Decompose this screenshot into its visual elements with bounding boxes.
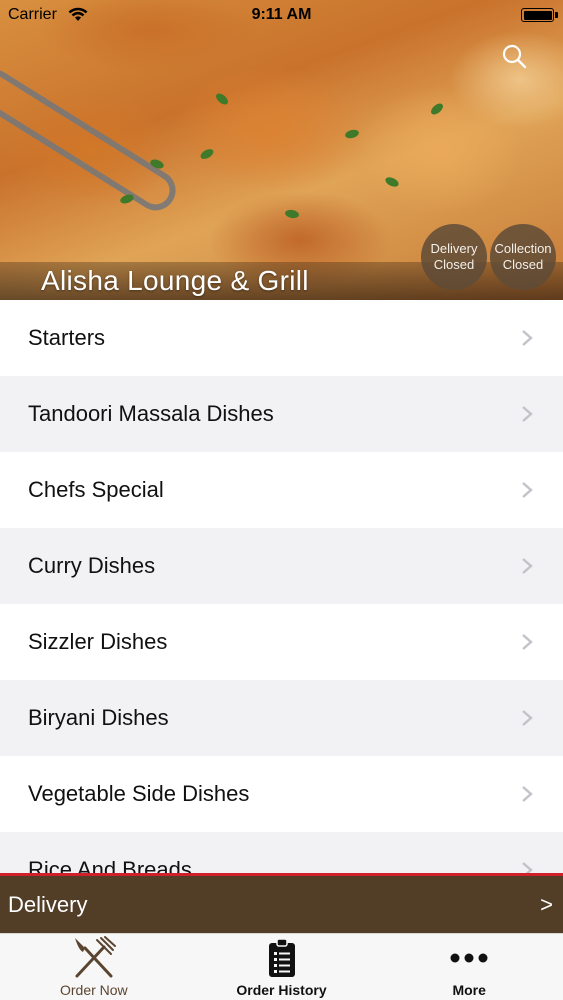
menu-item-chefs-special[interactable]: Chefs Special [0,452,563,528]
menu-item-tandoori-massala-dishes[interactable]: Tandoori Massala Dishes [0,376,563,452]
herb-garnish [198,147,216,161]
battery-tip [555,12,558,18]
menu-item-label: Curry Dishes [28,553,156,578]
tab-order-history[interactable]: Order History [188,934,376,1000]
collection-badge-line1: Collection [494,241,552,256]
herb-garnish [344,128,360,140]
chevron-right-icon [522,482,533,498]
serving-spoon-graphic [0,62,184,218]
tab-label: Order Now [59,982,128,998]
collection-badge-line2: Closed [502,257,544,272]
menu-item-label: Sizzler Dishes [28,629,168,654]
menu-item-label: Tandoori Massala Dishes [28,401,274,426]
tab-more[interactable]: More [375,934,563,1000]
clipboard-icon [268,938,295,977]
menu-item-biryani-dishes[interactable]: Biryani Dishes [0,680,563,756]
delivery-arrow: > [540,891,553,917]
delivery-status-badge: Delivery Closed [421,224,487,290]
more-dots-icon [450,953,488,963]
herb-garnish [119,192,135,206]
chevron-right-icon [522,710,533,726]
herb-garnish [429,101,445,117]
tab-bar: Order Now Order History More [0,933,563,1000]
battery-icon [521,8,554,22]
menu-item-curry-dishes[interactable]: Curry Dishes [0,528,563,604]
menu-item-label: Chefs Special [28,477,164,502]
chevron-right-icon [522,786,533,802]
chevron-right-icon [522,558,533,574]
restaurant-name: Alisha Lounge & Grill [41,265,309,296]
chevron-right-icon [522,330,533,346]
chevron-right-icon [522,634,533,650]
menu-item-label: Vegetable Side Dishes [28,781,250,806]
menu-item-sizzler-dishes[interactable]: Sizzler Dishes [0,604,563,680]
menu-item-vegetable-side-dishes[interactable]: Vegetable Side Dishes [0,756,563,832]
tab-order-now[interactable]: Order Now [0,934,188,1000]
menu-item-starters[interactable]: Starters [0,300,563,376]
herb-garnish [214,91,230,107]
chevron-right-icon [522,406,533,422]
herb-garnish [383,175,401,189]
delivery-badge-line2: Closed [433,257,475,272]
collection-status-badge: Collection Closed [490,224,556,290]
menu-item-rice-and-breads[interactable]: Rice And Breads [0,832,563,875]
menu-category-list: Starters Tandoori Massala Dishes Chefs S… [0,300,563,875]
status-bar: Carrier 9:11 AM [0,0,563,30]
herb-garnish [284,208,300,220]
delivery-mode-bar[interactable]: Delivery > [0,873,563,933]
delivery-badge-line1: Delivery [430,241,478,256]
clock: 9:11 AM [251,6,312,23]
fork-knife-icon [74,936,116,978]
tab-label: More [452,982,486,998]
menu-item-label: Biryani Dishes [28,705,169,730]
delivery-mode-label: Delivery [8,891,88,917]
tab-label: Order History [236,982,327,998]
menu-item-label: Starters [28,325,106,350]
search-icon[interactable] [500,42,528,70]
